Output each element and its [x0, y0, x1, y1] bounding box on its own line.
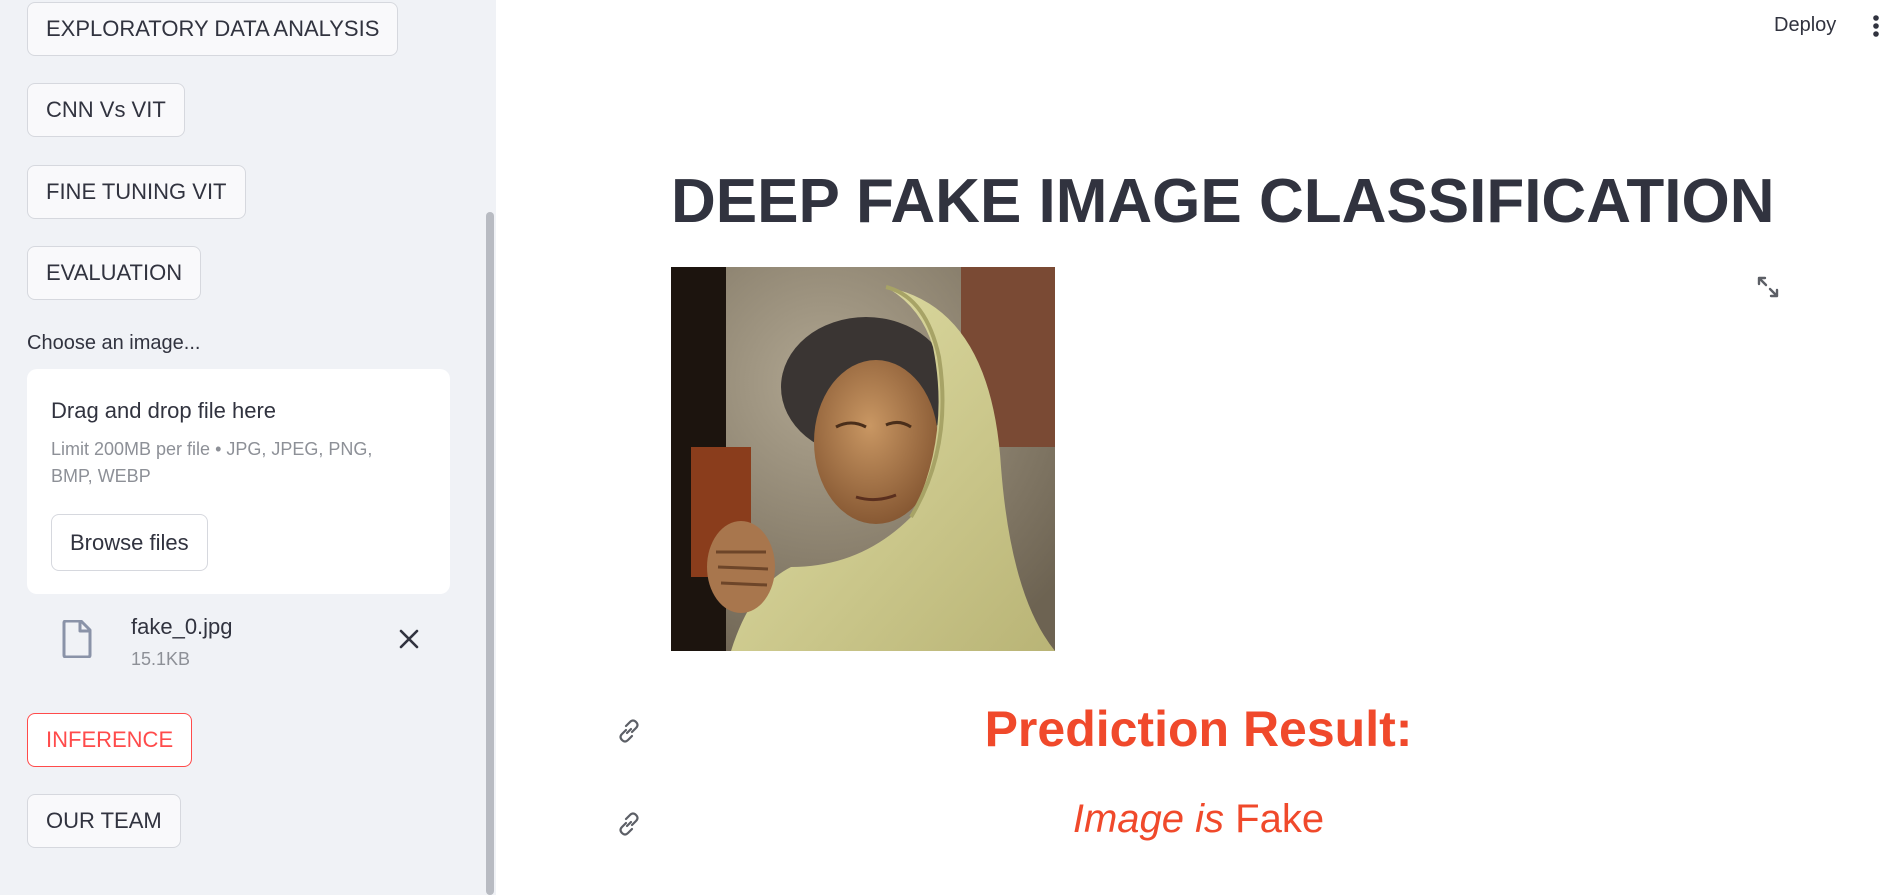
nav-button-cnn-vs-vit[interactable]: CNN Vs VIT	[27, 83, 185, 137]
result-value: Fake	[1235, 797, 1325, 841]
dropzone-limit-text: Limit 200MB per file • JPG, JPEG, PNG, B…	[51, 439, 373, 486]
sidebar: EXPLORATORY DATA ANALYSIS CNN Vs VIT FIN…	[0, 0, 496, 895]
nav-button-fine-tuning-vit[interactable]: FINE TUNING VIT	[27, 165, 246, 219]
nav-button-eda[interactable]: EXPLORATORY DATA ANALYSIS	[27, 2, 399, 56]
nav-button-evaluation[interactable]: EVALUATION	[27, 246, 202, 300]
file-icon	[62, 619, 92, 663]
nav-button-our-team[interactable]: OUR TEAM	[27, 794, 181, 848]
uploaded-file-row: fake_0.jpg 15.1KB	[27, 605, 450, 675]
sidebar-scrollbar[interactable]	[486, 212, 494, 895]
file-dropzone[interactable]: Drag and drop file here Limit 200MB per …	[27, 369, 450, 594]
expand-icon[interactable]	[1756, 275, 1780, 304]
uploaded-image	[671, 267, 1055, 651]
uploaded-file-name: fake_0.jpg	[131, 614, 233, 639]
page-title: DEEP FAKE IMAGE CLASSIFICATION	[671, 167, 1775, 236]
deploy-button[interactable]: Deploy	[1774, 14, 1836, 37]
browse-files-button[interactable]: Browse files	[51, 514, 208, 571]
link-icon[interactable]	[616, 718, 642, 749]
nav-button-inference[interactable]: INFERENCE	[27, 713, 193, 767]
uploader-label: Choose an image...	[27, 332, 201, 354]
prediction-result-text: Image is Fake	[671, 797, 1726, 842]
dropzone-title: Drag and drop file here	[51, 398, 277, 423]
prediction-result-heading: Prediction Result:	[984, 701, 1413, 757]
uploaded-file-size: 15.1KB	[131, 649, 191, 669]
more-vert-icon[interactable]	[1872, 14, 1880, 43]
close-icon[interactable]	[398, 628, 420, 655]
link-icon[interactable]	[616, 811, 642, 842]
result-prefix: Image is	[1072, 797, 1225, 841]
